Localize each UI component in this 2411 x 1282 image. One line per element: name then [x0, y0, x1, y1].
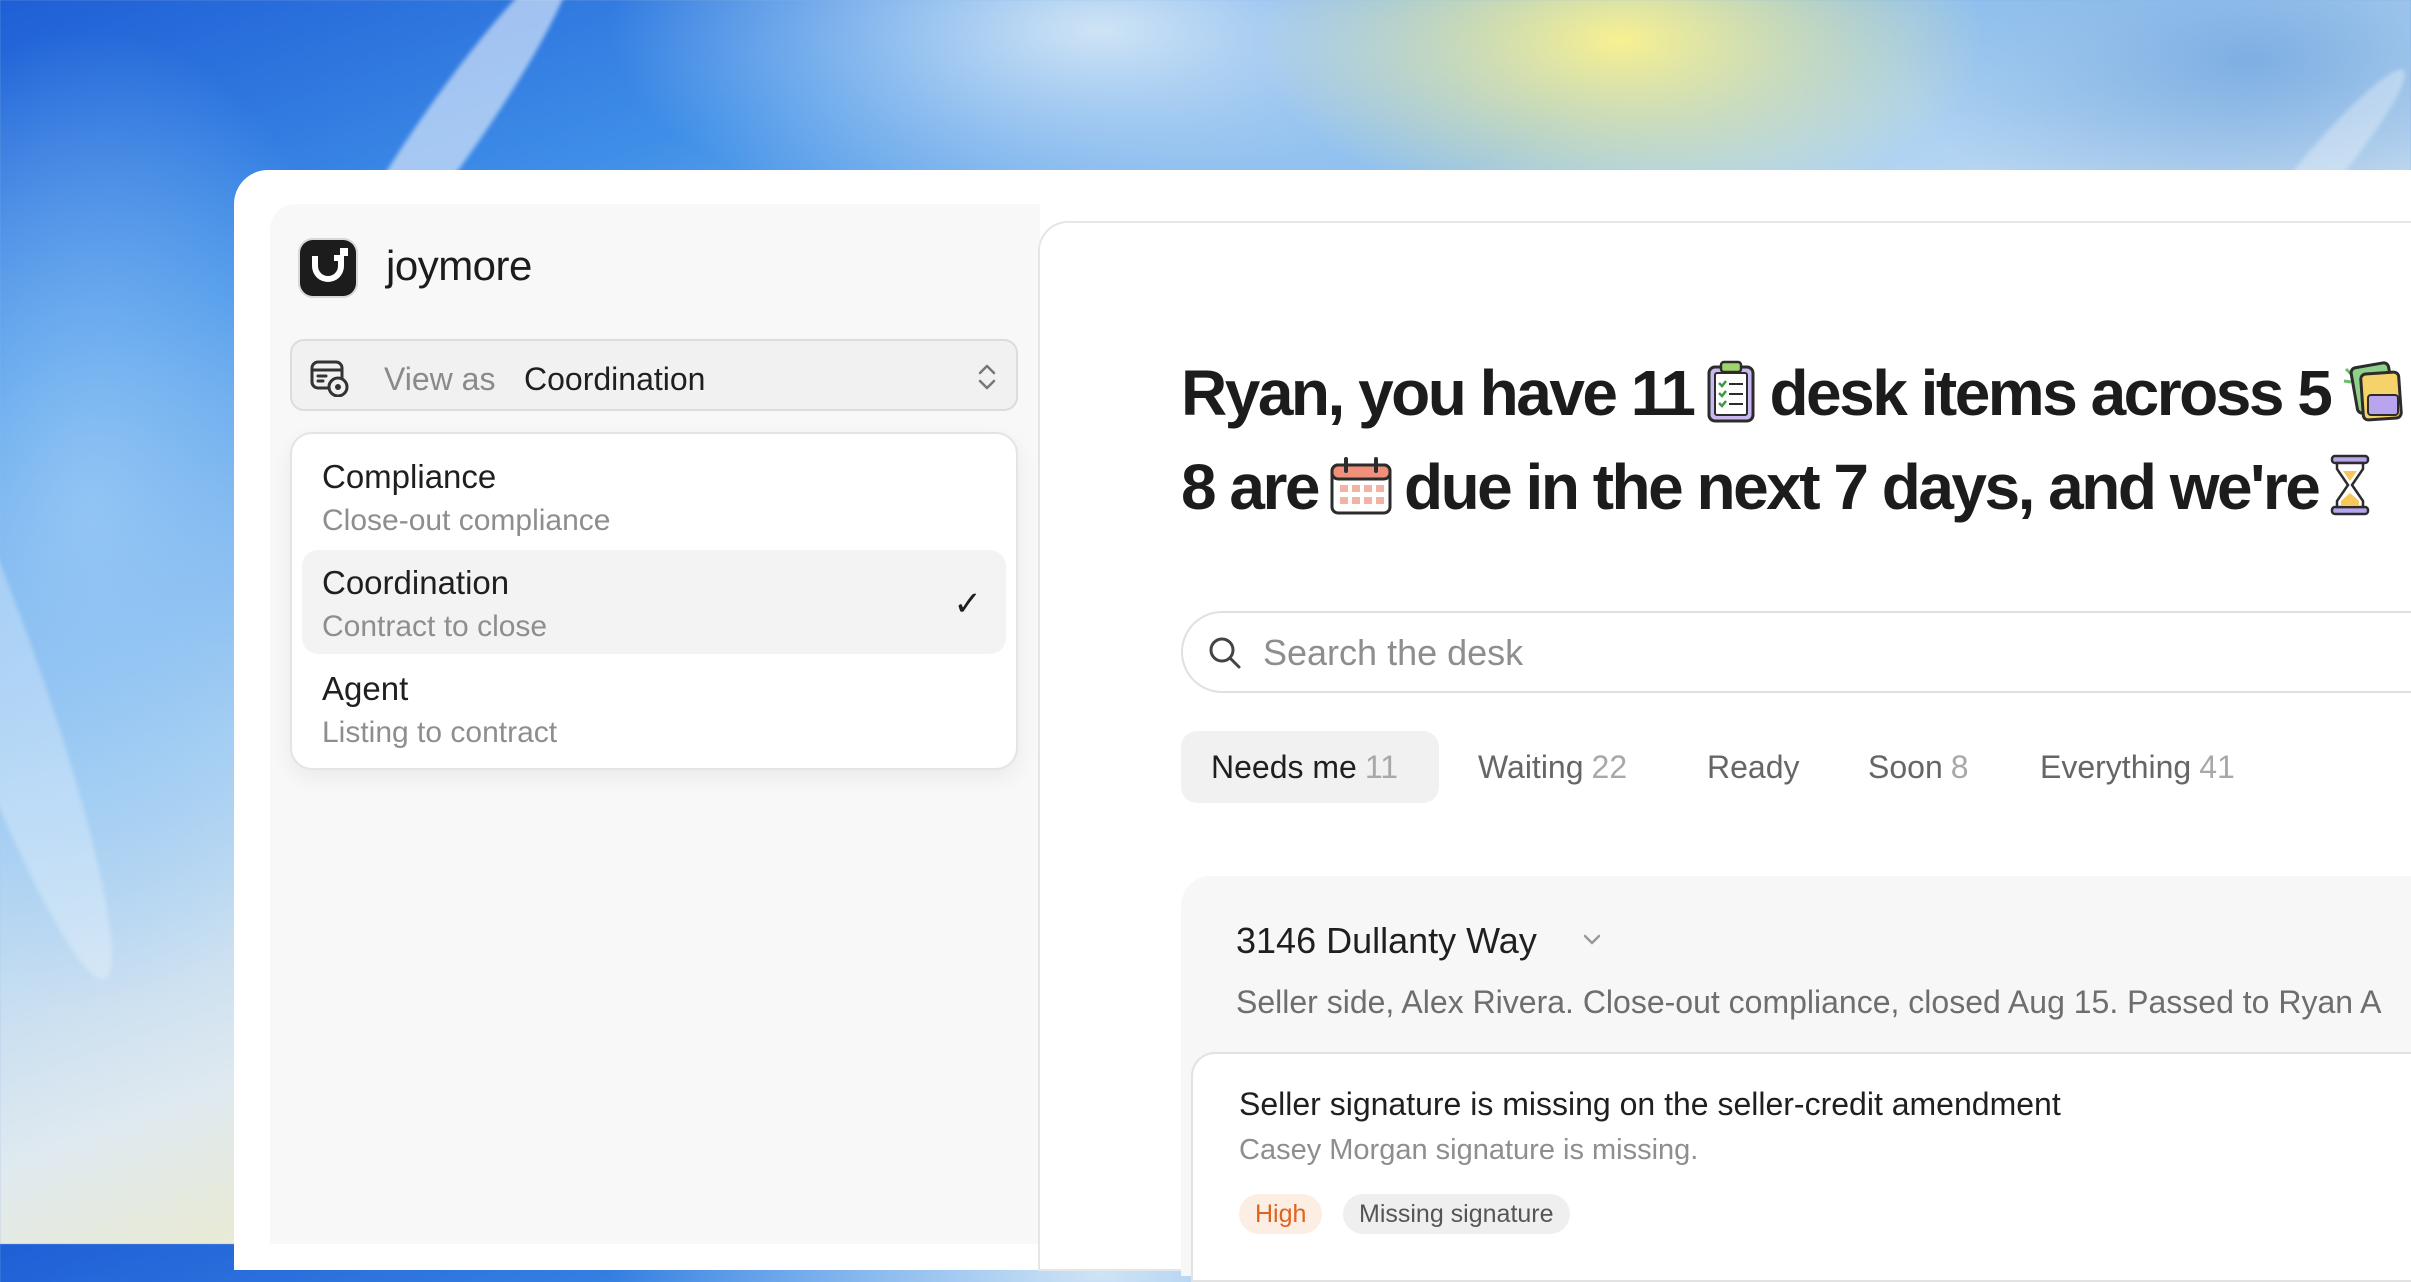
- view-option-agent[interactable]: Agent Listing to contract: [302, 656, 1006, 760]
- clipboard-emoji-icon: [1707, 360, 1755, 423]
- search-icon: [1209, 637, 1241, 669]
- tab-count: 11: [1364, 749, 1399, 785]
- hourglass-emoji-icon: [2331, 454, 2370, 516]
- tab-ready[interactable]: Ready: [1707, 731, 1800, 803]
- view-as-label: View as: [384, 361, 496, 397]
- tab-label: Needs me: [1211, 749, 1357, 785]
- option-title: Compliance: [322, 458, 497, 495]
- chevron-down-icon[interactable]: [1581, 928, 1603, 950]
- option-subtitle: Close-out compliance: [322, 504, 611, 537]
- tab-needs-me[interactable]: Needs me 11: [1181, 731, 1439, 803]
- brand-name: joymore: [386, 242, 532, 289]
- property-description: Seller side, Alex Rivera. Close-out comp…: [1236, 984, 2382, 1020]
- view-as-menu: Compliance Close-out compliance Coordina…: [290, 432, 1018, 770]
- option-subtitle: Listing to contract: [322, 716, 558, 749]
- search-input[interactable]: [1261, 627, 2365, 679]
- desk-item-subtitle: Casey Morgan signature is missing.: [1239, 1134, 1699, 1166]
- headline-text: due in the next 7 days, and we're: [1403, 451, 2321, 523]
- headline-text: 8 are: [1181, 451, 1320, 523]
- tab-count: 41: [2199, 749, 2235, 785]
- headline-line-2: 8 are due in the next 7 days, and we're: [1181, 450, 2382, 524]
- headline-line-1: Ryan, you have 11 desk items across 5: [1181, 356, 2411, 430]
- joymore-logo-icon: [300, 240, 356, 296]
- tab-count: 22: [1591, 749, 1628, 785]
- headline-text: Ryan, you have 11: [1181, 357, 1696, 429]
- tab-count: 8: [1950, 749, 1969, 785]
- tab-soon[interactable]: Soon 8: [1868, 731, 1969, 803]
- documents-emoji-icon: [2344, 361, 2404, 422]
- view-option-compliance[interactable]: Compliance Close-out compliance: [302, 444, 1006, 548]
- search-bar: [1181, 611, 2411, 693]
- background-streak: [0, 305, 147, 995]
- view-option-coordination[interactable]: Coordination Contract to close ✓: [302, 550, 1006, 654]
- desk-item-title: Seller signature is missing on the selle…: [1239, 1086, 2061, 1122]
- view-as-selector[interactable]: View as Coordination: [290, 339, 1018, 411]
- checkmark-icon: ✓: [953, 585, 983, 623]
- issue-type-badge: Missing signature: [1343, 1194, 1570, 1234]
- tab-label: Everything: [2040, 749, 2192, 785]
- option-title: Agent: [322, 670, 409, 707]
- tab-label: Ready: [1707, 749, 1800, 785]
- headline-text: desk items across 5: [1769, 357, 2332, 429]
- view-filter-icon: [310, 360, 349, 397]
- tab-waiting[interactable]: Waiting 22: [1478, 731, 1627, 803]
- chevron-up-down-icon: [978, 364, 996, 390]
- option-subtitle: Contract to close: [322, 610, 548, 643]
- tab-everything[interactable]: Everything 41: [2040, 731, 2235, 803]
- priority-badge: High: [1239, 1194, 1323, 1234]
- tab-label: Soon: [1868, 749, 1943, 785]
- desk-item[interactable]: Seller signature is missing on the selle…: [1191, 1052, 2411, 1282]
- tab-label: Waiting: [1478, 749, 1584, 785]
- option-title: Coordination: [322, 564, 510, 601]
- property-title[interactable]: 3146 Dullanty Way: [1236, 920, 1537, 962]
- calendar-emoji-icon: [1330, 457, 1392, 515]
- view-as-value: Coordination: [524, 361, 706, 397]
